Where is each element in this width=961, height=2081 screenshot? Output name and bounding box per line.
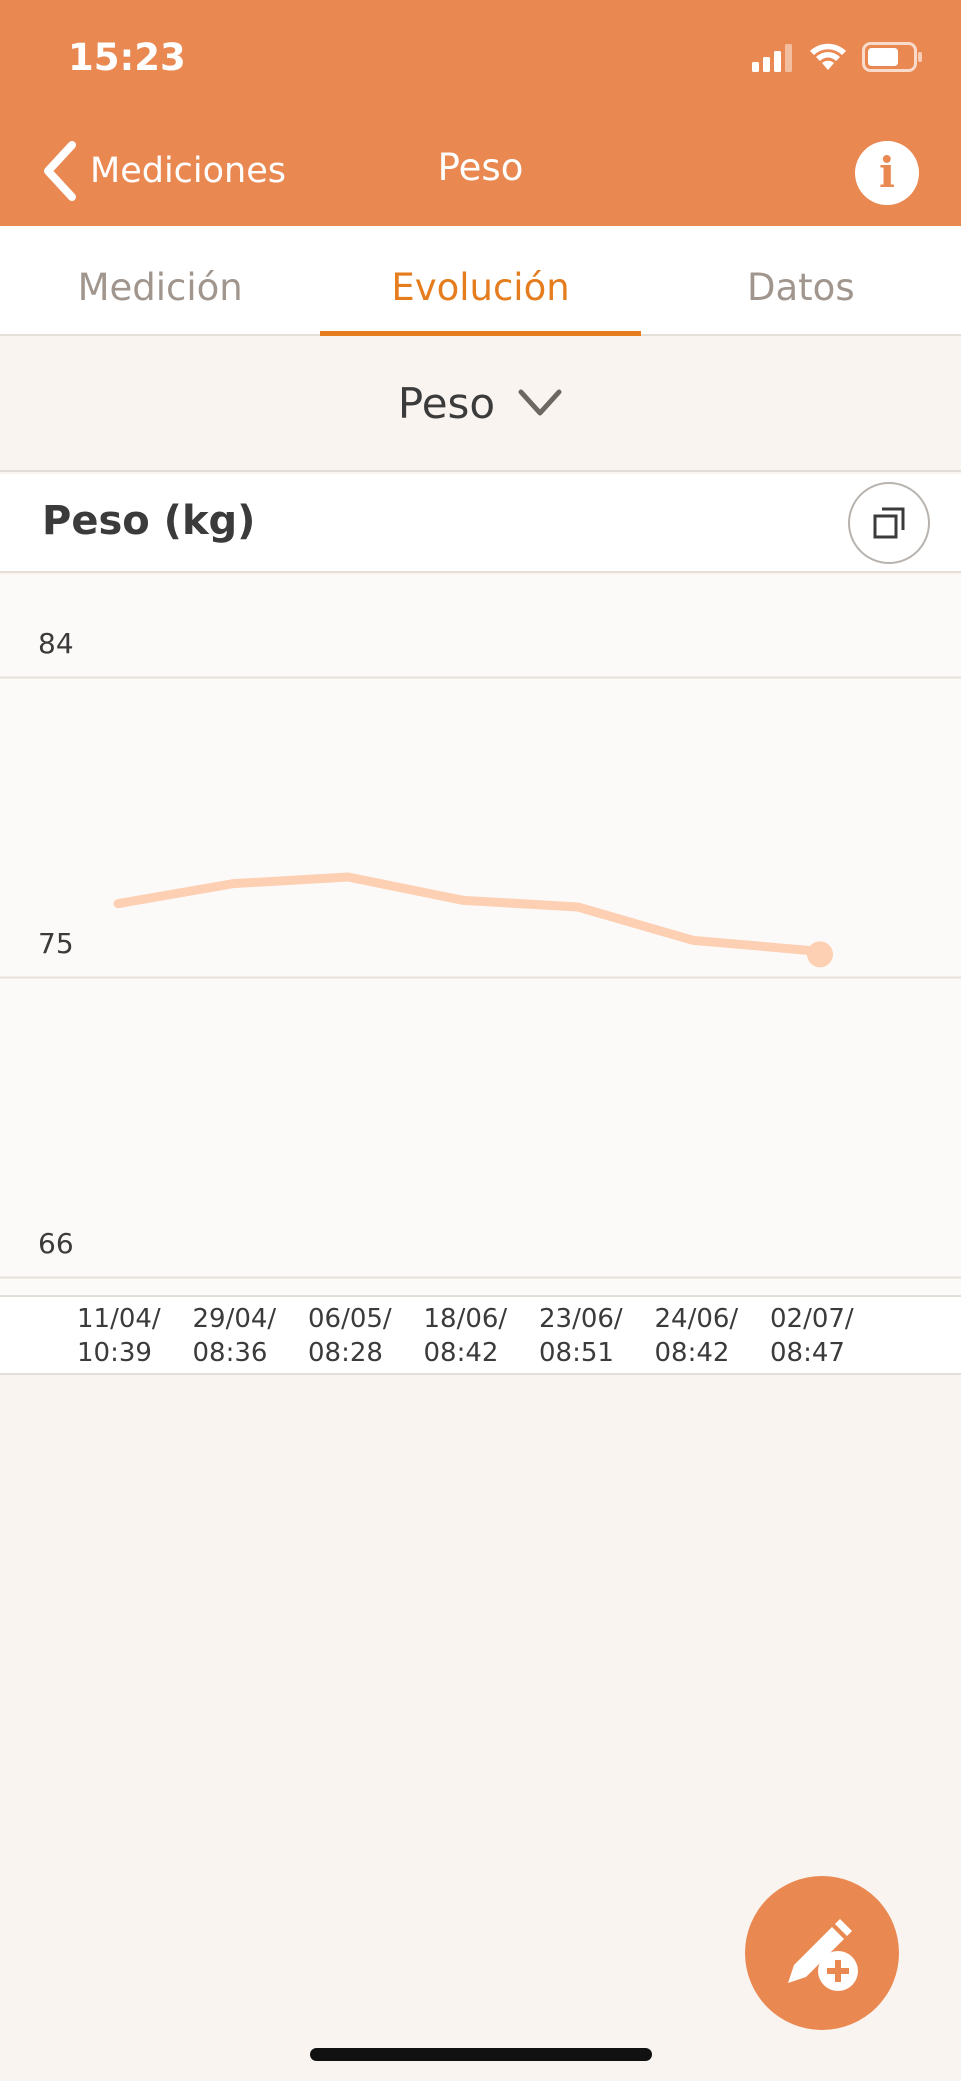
last-point-marker[interactable]	[807, 941, 833, 968]
edit-add-icon	[788, 1919, 858, 1991]
tab-medicion[interactable]: Medición	[0, 226, 320, 334]
metric-selector-label: Peso	[397, 378, 496, 428]
chart-area: 84 75 66	[0, 575, 961, 1295]
x-tick-label: 24/06/	[655, 1304, 739, 1334]
x-tick-time: 08:42	[424, 1338, 499, 1368]
x-tick-time: 08:36	[193, 1338, 268, 1368]
weight-chart: 84 75 66	[0, 627, 961, 1279]
tab-datos[interactable]: Datos	[641, 226, 961, 334]
x-tick-time: 08:47	[770, 1338, 845, 1368]
expand-icon	[873, 507, 905, 539]
x-axis-labels: 11/04/10:39 29/04/08:36 06/05/08:28 18/06/0…	[77, 1304, 854, 1368]
series-line	[113, 872, 813, 955]
expand-chart-button[interactable]	[848, 482, 930, 564]
x-tick-label: 11/04/	[77, 1304, 161, 1334]
page-title: Peso	[437, 146, 524, 189]
metric-selector[interactable]: Peso	[0, 336, 961, 472]
x-tick-label: 18/06/	[424, 1304, 508, 1334]
chevron-down-icon	[518, 389, 562, 416]
signal-icon	[752, 44, 792, 72]
x-tick-time: 10:39	[77, 1338, 152, 1368]
x-tick-label: 23/06/	[539, 1304, 623, 1334]
x-tick-label: 06/05/	[308, 1304, 392, 1334]
battery-icon	[862, 42, 922, 72]
x-tick-label: 29/04/	[193, 1304, 277, 1334]
x-axis: 11/04/10:39 29/04/08:36 06/05/08:28 18/06/0…	[0, 1295, 961, 1375]
home-indicator	[310, 2048, 652, 2061]
chart-title: Peso (kg)	[42, 498, 256, 544]
tab-evolucion[interactable]: Evolución	[320, 226, 641, 336]
y-tick-label: 75	[38, 927, 74, 960]
x-tick-time: 08:42	[655, 1338, 730, 1368]
status-time: 15:23	[68, 36, 186, 79]
info-icon: i	[879, 148, 895, 197]
chart-header: Peso (kg)	[0, 474, 961, 573]
add-measurement-button[interactable]	[745, 1876, 899, 2030]
y-tick-label: 84	[38, 627, 74, 660]
info-button[interactable]: i	[855, 141, 919, 205]
x-tick-time: 08:51	[539, 1338, 614, 1368]
header: 15:23 Mediciones Peso i	[0, 0, 961, 226]
x-tick-label: 02/07/	[770, 1304, 854, 1334]
wifi-icon	[810, 43, 846, 70]
tab-bar: Medición Evolución Datos	[0, 226, 961, 336]
y-tick-label: 66	[38, 1227, 74, 1260]
x-tick-time: 08:28	[308, 1338, 383, 1368]
